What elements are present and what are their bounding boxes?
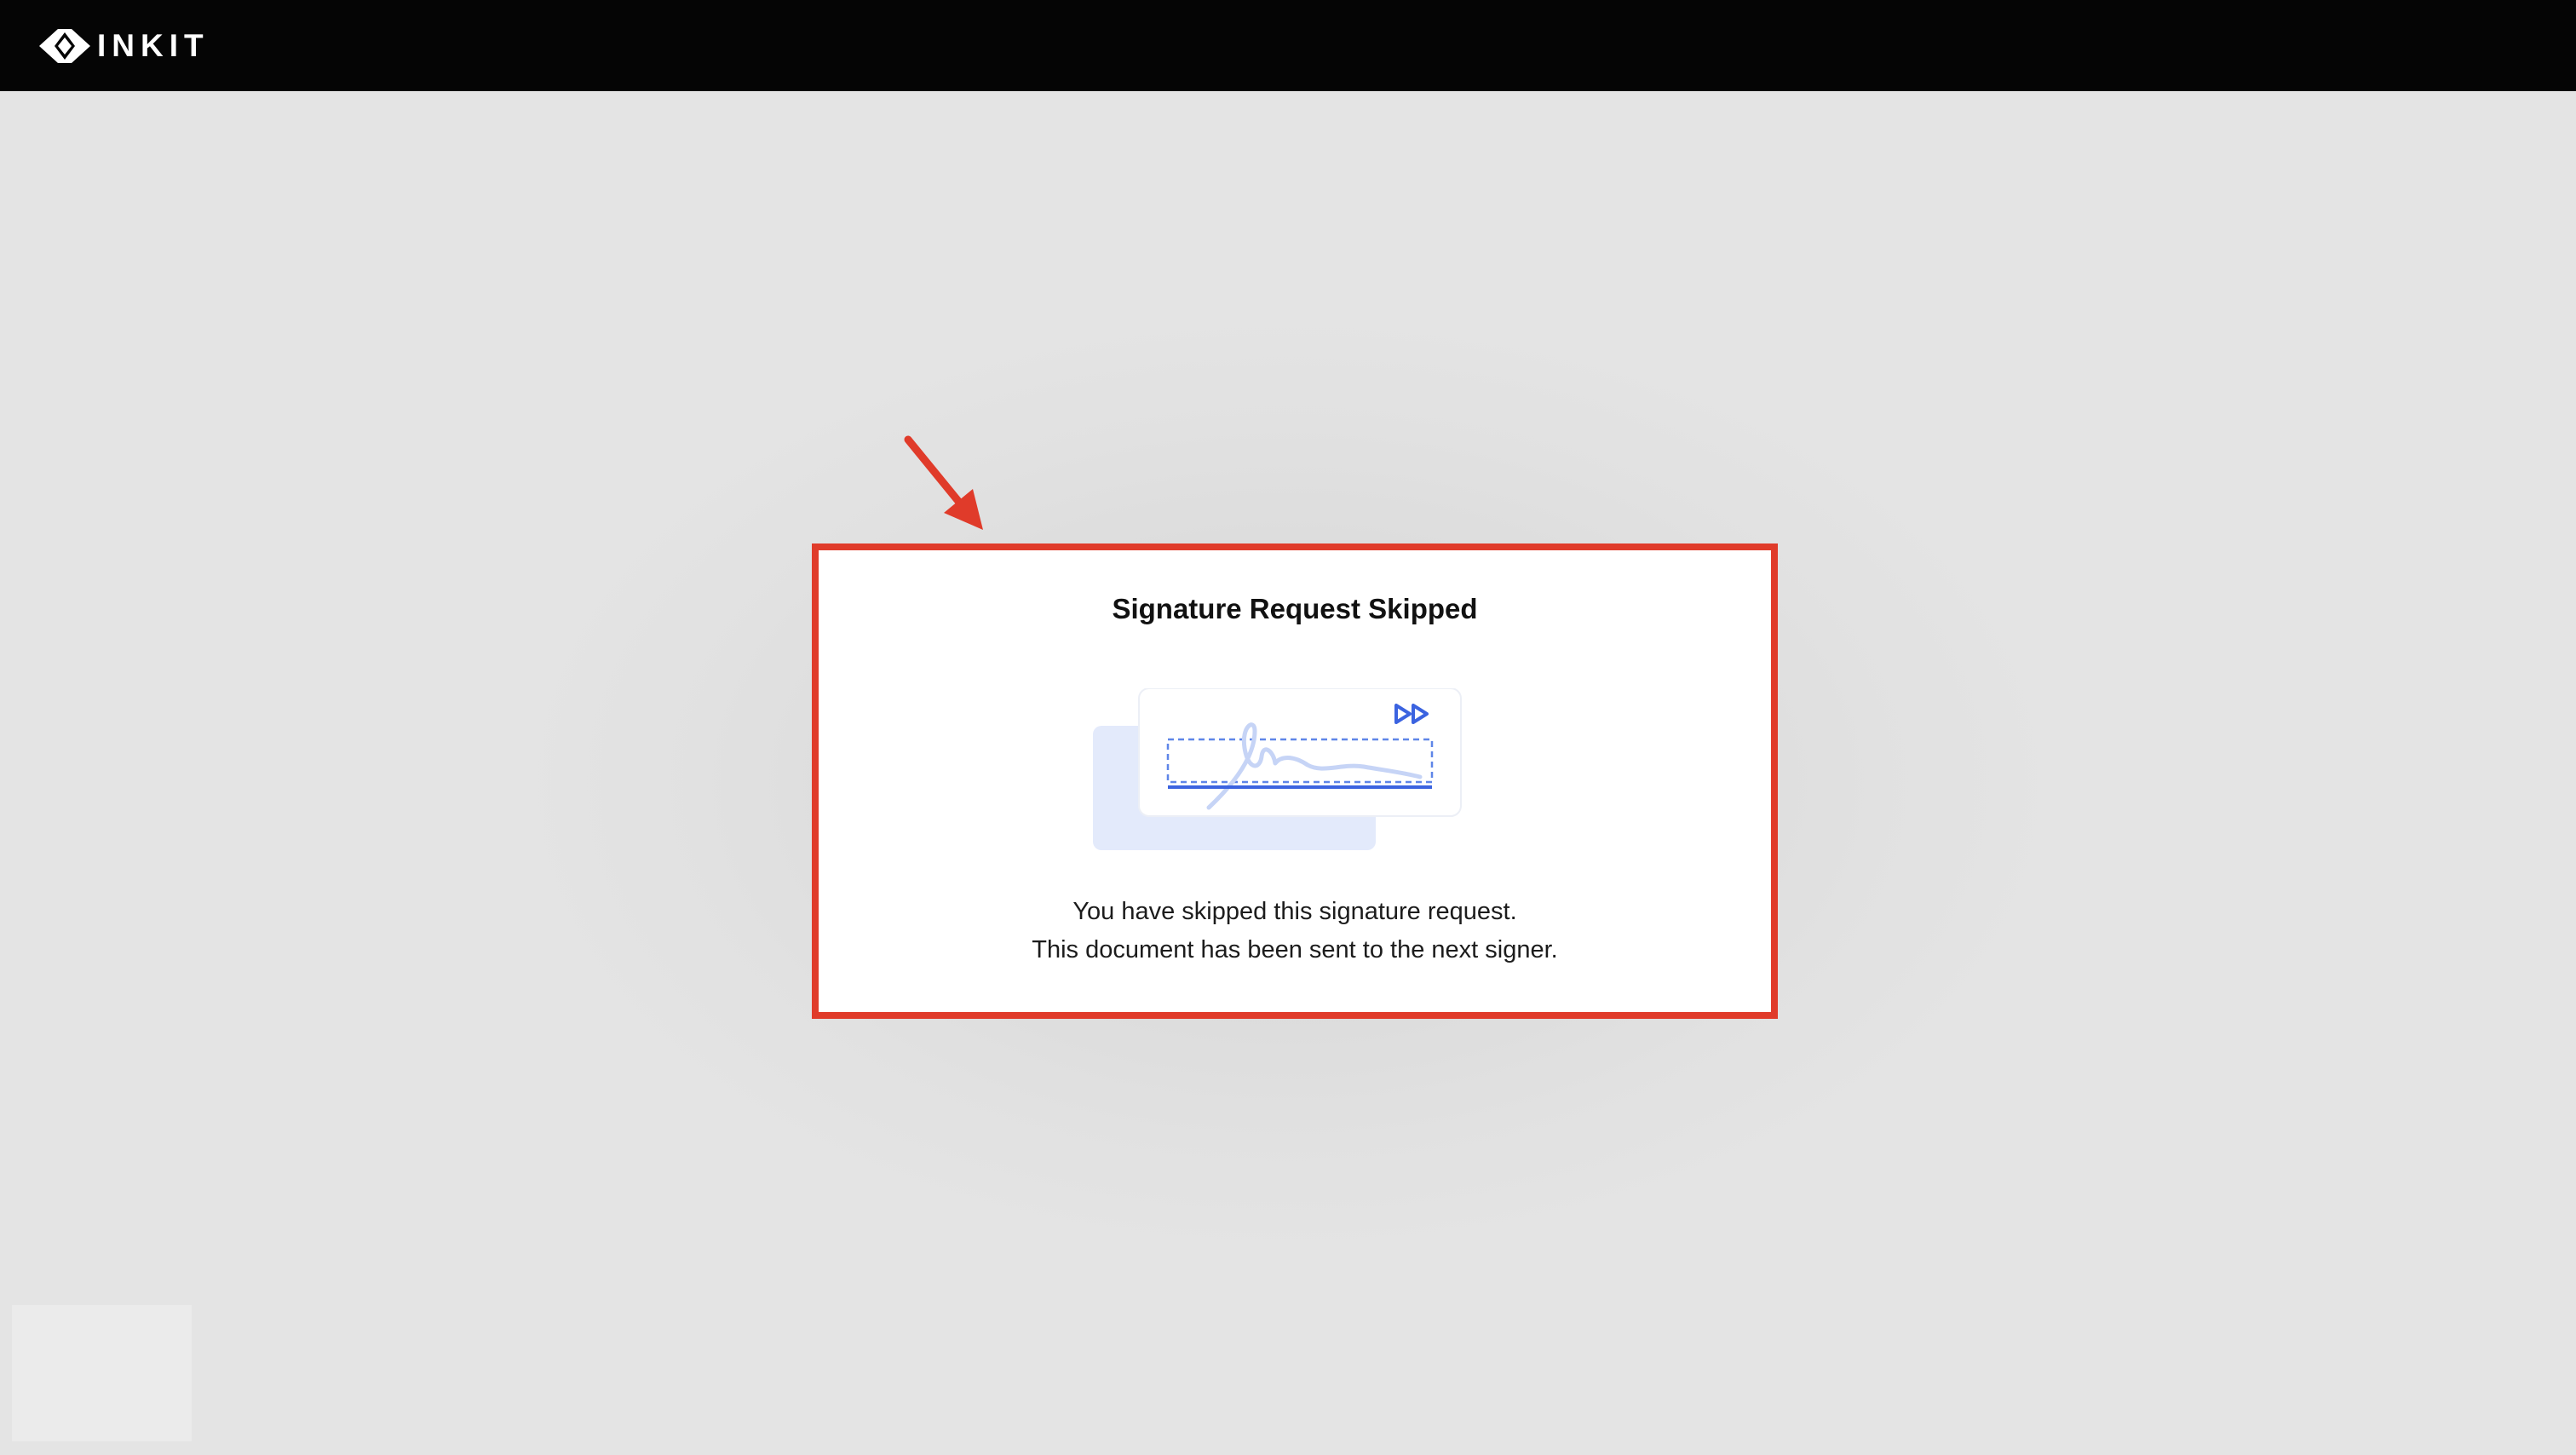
message-line-2: This document has been sent to the next … (1032, 936, 1558, 963)
skipped-message: You have skipped this signature request.… (819, 893, 1771, 969)
message-line-1: You have skipped this signature request. (1072, 898, 1517, 925)
inkit-logo-icon (39, 29, 90, 63)
brand-name: INKIT (97, 28, 210, 63)
skipped-signature-illustration (1093, 688, 1462, 850)
red-arrow-icon (904, 435, 983, 530)
skipped-dialog-card: Signature Request Skipped You have skipp… (812, 543, 1778, 1019)
dialog-title: Signature Request Skipped (1112, 593, 1478, 624)
top-navigation-bar: INKIT (0, 0, 2576, 91)
corner-placeholder-panel (12, 1305, 192, 1441)
inkit-logo[interactable]: INKIT (39, 29, 210, 63)
